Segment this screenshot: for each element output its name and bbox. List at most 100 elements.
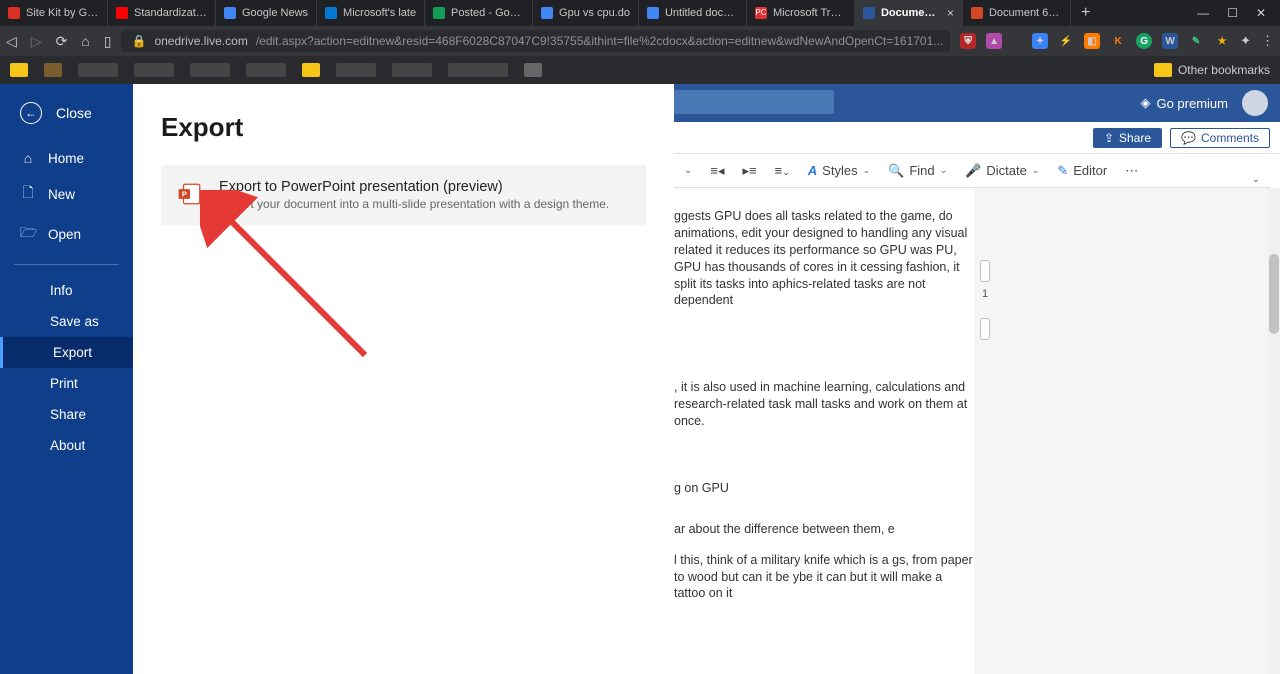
pen-icon: ✎ xyxy=(1057,163,1068,179)
powerpoint-icon: P xyxy=(177,181,203,207)
nav-home-icon[interactable]: ⌂ xyxy=(81,33,89,49)
extension-icon[interactable]: G xyxy=(1136,33,1152,49)
extension-icon[interactable]: ★ xyxy=(1214,33,1230,49)
chevron-down-icon[interactable]: ⌄ xyxy=(684,165,692,176)
ribbon-actions: ⇪ Share 💬 Comments xyxy=(674,122,1280,154)
browser-tab[interactable]: Google News xyxy=(216,0,317,26)
search-icon: 🔍 xyxy=(888,163,904,179)
file-nav-export[interactable]: Export xyxy=(0,337,133,368)
doc-paragraph: ar about the difference between them, e xyxy=(674,521,974,538)
bookmark-item[interactable] xyxy=(392,63,432,77)
file-nav-share[interactable]: Share xyxy=(0,399,133,430)
browser-tab[interactable]: Site Kit by Goo xyxy=(0,0,108,26)
file-nav-about[interactable]: About xyxy=(0,430,133,461)
file-nav-info[interactable]: Info xyxy=(0,275,133,306)
styles-dropdown[interactable]: AStyles⌄ xyxy=(808,163,870,178)
file-nav-home[interactable]: ⌂Home xyxy=(0,142,133,174)
extension-icon[interactable]: ⛨ xyxy=(960,33,976,49)
bookmark-item[interactable] xyxy=(302,63,320,77)
document-body[interactable]: ggests GPU does all tasks related to the… xyxy=(674,188,974,674)
browser-tab[interactable]: Microsoft's late xyxy=(317,0,425,26)
lock-icon: 🔒 xyxy=(131,34,146,48)
other-bookmarks[interactable]: Other bookmarks xyxy=(1154,63,1270,77)
doc-paragraph: ggests GPU does all tasks related to the… xyxy=(674,208,974,309)
tab-close-icon[interactable]: × xyxy=(947,6,954,20)
extension-icon[interactable]: W xyxy=(1162,33,1178,49)
dictate-dropdown[interactable]: 🎤Dictate⌄ xyxy=(965,163,1039,179)
file-nav-saveas[interactable]: Save as xyxy=(0,306,133,337)
extension-icon[interactable]: K xyxy=(1110,33,1126,49)
bookmark-item[interactable] xyxy=(336,63,376,77)
browser-toolbar: ◁ ▷ ⟳ ⌂ ▯ 🔒 onedrive.live.com /edit.aspx… xyxy=(0,26,1280,56)
share-icon: ⇪ xyxy=(1104,131,1114,145)
window-minimize-icon[interactable]: — xyxy=(1197,6,1209,20)
comment-number: 1 xyxy=(982,288,988,300)
bookmark-item[interactable] xyxy=(134,63,174,77)
home-icon: ⌂ xyxy=(20,150,36,166)
file-nav-new[interactable]: 🗋New xyxy=(0,174,133,214)
extension-icon[interactable]: ▲ xyxy=(986,33,1002,49)
browser-tab[interactable]: Untitled docum xyxy=(639,0,747,26)
extension-icon[interactable]: ✦ xyxy=(1032,33,1048,49)
file-nav-print[interactable]: Print xyxy=(0,368,133,399)
svg-text:P: P xyxy=(182,189,187,198)
bookmark-item[interactable] xyxy=(524,63,542,77)
scrollbar-thumb[interactable] xyxy=(1269,254,1279,334)
bookmark-item[interactable] xyxy=(78,63,118,77)
comment-marker[interactable] xyxy=(980,318,990,340)
share-button[interactable]: ⇪ Share xyxy=(1093,128,1162,148)
bookmark-item[interactable] xyxy=(44,63,62,77)
doc-paragraph: l this, think of a military knife which … xyxy=(674,552,974,603)
browser-tab-active[interactable]: Document 6× xyxy=(855,0,963,26)
editor-button[interactable]: ✎Editor xyxy=(1057,163,1107,179)
doc-paragraph: , it is also used in machine learning, c… xyxy=(674,379,974,430)
address-bar[interactable]: 🔒 onedrive.live.com /edit.aspx?action=ed… xyxy=(121,30,950,52)
indent-decrease-icon[interactable]: ≡◂ xyxy=(710,163,724,179)
url-path: /edit.aspx?action=editnew&resid=468F6028… xyxy=(256,34,943,48)
extension-icon[interactable]: ✎ xyxy=(1188,33,1204,49)
more-button[interactable]: ⋯ xyxy=(1125,163,1138,179)
browser-tab[interactable]: Posted - Googl xyxy=(425,0,533,26)
nav-reload-icon[interactable]: ⟳ xyxy=(56,33,68,50)
bookmark-item[interactable] xyxy=(246,63,286,77)
nav-forward-icon[interactable]: ▷ xyxy=(31,33,42,50)
file-icon: 🗋 xyxy=(20,182,36,206)
comment-marker[interactable] xyxy=(980,260,990,282)
diamond-icon: ◈ xyxy=(1140,95,1150,111)
indent-increase-icon[interactable]: ▸≡ xyxy=(743,163,757,179)
extension-icon[interactable]: ⚡ xyxy=(1058,33,1074,49)
bookmark-item[interactable] xyxy=(190,63,230,77)
export-card-title: Export to PowerPoint presentation (previ… xyxy=(219,179,609,195)
bookmark-bar: Other bookmarks xyxy=(0,56,1280,84)
nav-reading-icon[interactable]: ▯ xyxy=(104,33,112,50)
browser-tab[interactable]: Gpu vs cpu.do xyxy=(533,0,639,26)
comments-button[interactable]: 💬 Comments xyxy=(1170,128,1270,148)
paragraph-icon[interactable]: ≡⌄ xyxy=(775,163,790,178)
browser-tab[interactable]: PCMicrosoft Trans xyxy=(747,0,855,26)
url-host: onedrive.live.com xyxy=(154,34,247,48)
folder-icon: 🗁 xyxy=(20,222,36,246)
go-premium-button[interactable]: ◈ Go premium xyxy=(1140,95,1228,111)
mic-icon: 🎤 xyxy=(965,163,981,179)
find-dropdown[interactable]: 🔍Find⌄ xyxy=(888,163,947,179)
export-heading: Export xyxy=(161,112,646,143)
extensions-icon[interactable]: ✦ xyxy=(1240,33,1251,49)
browser-tab[interactable]: Document 6.pp xyxy=(963,0,1071,26)
word-search-box[interactable] xyxy=(674,90,834,114)
window-close-icon[interactable]: ✕ xyxy=(1256,6,1266,20)
bookmark-item[interactable] xyxy=(10,63,28,77)
comment-icon: 💬 xyxy=(1181,131,1196,145)
browser-tabstrip: Site Kit by Goo Standardization Google N… xyxy=(0,0,1280,26)
browser-tab[interactable]: Standardization xyxy=(108,0,216,26)
bookmark-item[interactable] xyxy=(448,63,508,77)
window-maximize-icon[interactable]: ☐ xyxy=(1227,6,1238,20)
avatar[interactable] xyxy=(1242,90,1268,116)
extension-icon[interactable]: ◧ xyxy=(1084,33,1100,49)
browser-menu-icon[interactable]: ⋮ xyxy=(1261,33,1274,49)
export-to-powerpoint-card[interactable]: P Export to PowerPoint presentation (pre… xyxy=(161,165,646,225)
file-close-button[interactable]: ← Close xyxy=(0,84,133,142)
collapse-ribbon-icon[interactable]: ⌄ xyxy=(1252,174,1260,185)
new-tab-button[interactable]: + xyxy=(1071,4,1100,22)
nav-back-icon[interactable]: ◁ xyxy=(6,33,17,50)
file-nav-open[interactable]: 🗁Open xyxy=(0,214,133,254)
